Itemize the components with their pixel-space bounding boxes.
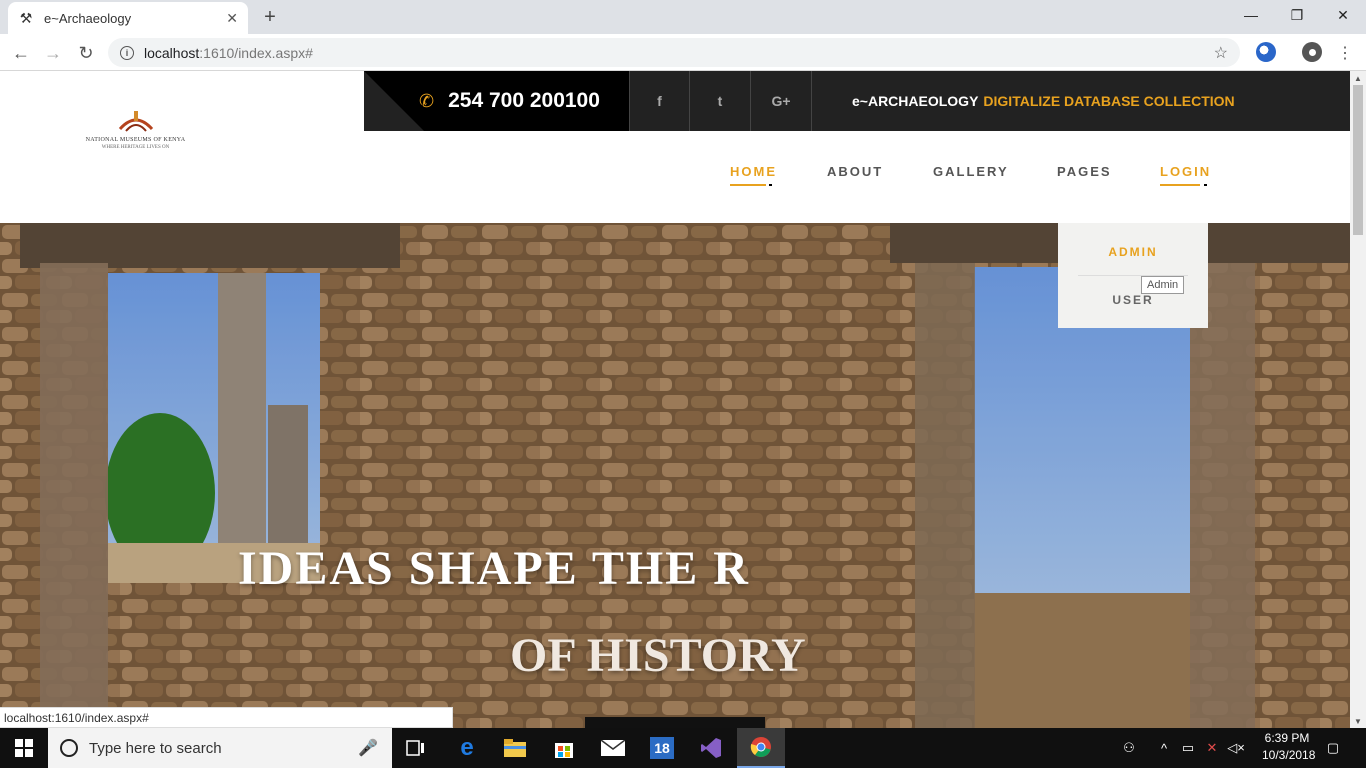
calendar-badge: 18 [650,737,674,759]
visual-studio-icon[interactable] [687,728,735,768]
nav-login-marker [1204,184,1207,186]
info-icon[interactable]: i [120,45,134,60]
nav-pages[interactable]: PAGES [1057,164,1112,179]
search-placeholder: Type here to search [89,739,222,757]
clock-time: 6:39 PM [1264,731,1310,745]
page-scrollbar[interactable]: ▲ ▼ [1350,71,1366,728]
hero-headline: IDEAS SHAPE THE R [238,542,750,595]
logo-tagline: WHERE HERITAGE LIVES ON [101,145,170,150]
task-view-icon[interactable] [392,728,440,768]
clock-date: 10/3/2018 [1262,748,1316,762]
logo-name: NATIONAL MUSEUMS OF KENYA [85,137,186,143]
store-icon[interactable] [540,728,588,768]
volume-muted-icon[interactable]: ◁× [1226,728,1246,768]
browser-toolbar: ← → ↻ i localhost:1610/index.aspx# ☆ ⋮ [0,34,1366,71]
url-path: :1610/index.aspx# [199,44,313,61]
reload-icon[interactable]: ↻ [73,40,99,66]
network-icon[interactable]: ✕ [1202,728,1222,768]
cortana-icon [60,739,78,757]
phone-block: ✆ 254 700 200100 [364,71,629,131]
login-dropdown: ADMIN USER [1058,223,1208,328]
hero-button-edge[interactable] [585,717,765,728]
nav-login-underline [1160,184,1200,186]
nav-about[interactable]: ABOUT [827,164,883,179]
twitter-link[interactable]: t [690,71,751,131]
menu-kebab-icon[interactable]: ⋮ [1332,40,1358,66]
nav-login[interactable]: LOGIN [1160,164,1212,186]
tab-title: e~Archaeology [44,10,132,26]
start-button[interactable] [0,728,48,768]
mail-icon[interactable] [589,728,637,768]
people-icon[interactable]: ⚇ [1118,728,1140,768]
forward-icon[interactable]: → [40,40,66,66]
facebook-link[interactable]: f [629,71,690,131]
windows-taskbar: Type here to search 🎤 e 18 ⚇ ^ ▭ ✕ ◁× 6:… [0,728,1366,768]
bookmark-star-icon[interactable]: ☆ [1214,43,1228,63]
phone-number[interactable]: 254 700 200100 [448,89,600,113]
page-viewport: NATIONAL MUSEUMS OF KENYA WHERE HERITAGE… [0,71,1350,728]
scrollbar-thumb[interactable] [1353,85,1363,235]
scroll-down-icon[interactable]: ▼ [1350,714,1366,728]
status-bar-url: localhost:1610/index.aspx# [0,707,453,728]
extension-icon[interactable] [1256,42,1276,62]
archaeology-favicon-icon: ⚒ [19,9,33,26]
close-tab-icon[interactable]: ✕ [226,10,238,27]
site-logo[interactable]: NATIONAL MUSEUMS OF KENYA WHERE HERITAGE… [85,109,186,165]
hero-subheadline: OF HISTORY [510,629,806,682]
edge-browser-icon[interactable]: e [443,728,491,768]
microphone-icon[interactable]: 🎤 [358,738,378,758]
system-clock[interactable]: 6:39 PM 10/3/2018 [1262,730,1316,764]
profile-icon[interactable] [1302,42,1322,62]
phone-icon: ✆ [419,90,435,111]
action-center-icon[interactable]: ▢ [1318,728,1348,768]
file-explorer-icon[interactable] [491,728,539,768]
nav-home-marker [769,184,772,186]
taskbar-search-box[interactable]: Type here to search 🎤 [48,728,392,768]
browser-tab[interactable]: ⚒ e~Archaeology ✕ [8,2,248,34]
new-tab-button[interactable]: + [260,4,280,30]
chrome-icon[interactable] [737,728,785,768]
minimize-button[interactable]: — [1228,0,1274,30]
museum-logo-icon [118,111,153,132]
nav-gallery[interactable]: GALLERY [933,164,1009,179]
windows-logo-icon [15,739,33,757]
nav-home[interactable]: HOME [730,164,777,186]
show-hidden-icons-chevron-icon[interactable]: ^ [1154,728,1174,768]
nav-pages-label: PAGES [1057,164,1112,179]
googleplus-link[interactable]: G+ [751,71,812,131]
battery-icon[interactable]: ▭ [1178,728,1198,768]
nav-home-underline [730,184,766,186]
nav-home-label: HOME [730,164,777,179]
dropdown-user[interactable]: USER [1058,293,1208,307]
dropdown-admin[interactable]: ADMIN [1058,245,1208,259]
browser-tab-bar: ⚒ e~Archaeology ✕ + — ❐ ✕ [0,0,1366,34]
tagline-brand: e~ARCHAEOLOGY [852,93,979,109]
back-icon[interactable]: ← [8,40,34,66]
header-tagline: e~ARCHAEOLOGY DIGITALIZE DATABASE COLLEC… [852,71,1235,131]
address-bar[interactable]: i localhost:1610/index.aspx# ☆ [108,38,1240,67]
top-contact-bar: ✆ 254 700 200100 f t G+ e~ARCHAEOLOGY DI… [364,71,1350,131]
nav-about-label: ABOUT [827,164,884,179]
scroll-up-icon[interactable]: ▲ [1350,71,1366,85]
calendar-app-icon[interactable]: 18 [638,728,686,768]
admin-tooltip: Admin [1141,276,1185,294]
nav-gallery-label: GALLERY [933,164,1009,179]
tagline-slogan: DIGITALIZE DATABASE COLLECTION [983,93,1235,109]
restore-button[interactable]: ❐ [1274,0,1320,30]
url-host: localhost [144,44,200,61]
window-close-button[interactable]: ✕ [1320,0,1366,30]
nav-login-label: LOGIN [1160,164,1212,179]
